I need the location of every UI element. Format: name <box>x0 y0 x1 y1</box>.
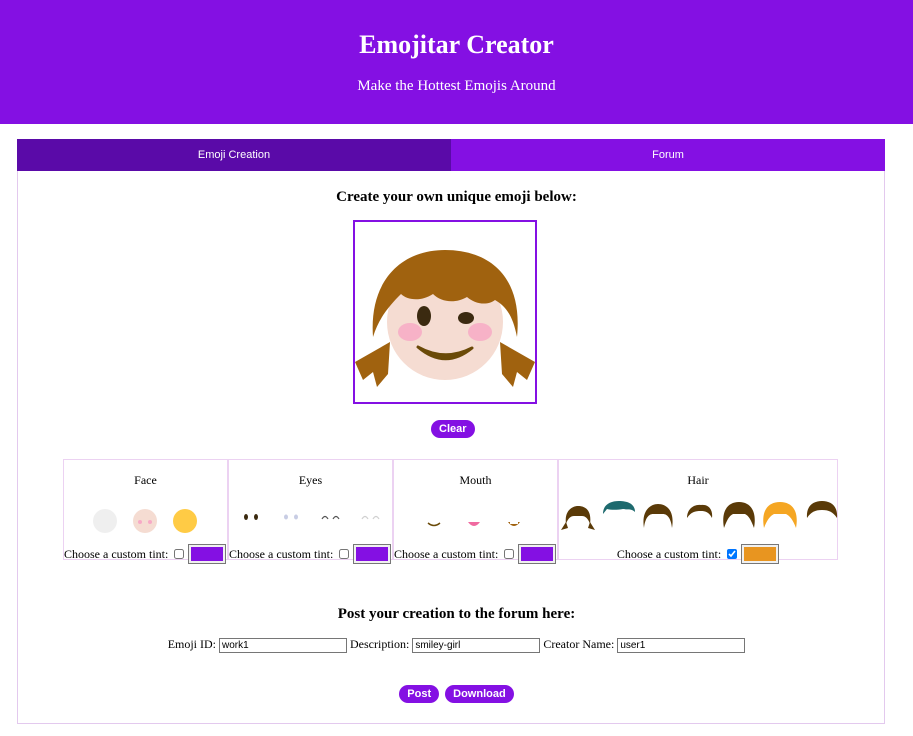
tint-row: Choose a custom tint: <box>559 544 837 564</box>
tab-bar: Emoji Creation Forum <box>17 139 885 171</box>
tint-color-picker[interactable] <box>353 544 392 564</box>
mouth-option-grin[interactable] <box>506 520 522 530</box>
tint-checkbox[interactable] <box>727 549 738 559</box>
category-eyes: Eyes Choose a custom tint: <box>228 459 393 564</box>
category-mouth: Mouth Choose a custom tint: <box>393 459 558 564</box>
clear-button[interactable]: Clear <box>431 420 475 438</box>
tint-row: Choose a custom tint: <box>229 544 392 564</box>
face-option-white[interactable] <box>92 508 118 534</box>
app-header: Emojitar Creator Make the Hottest Emojis… <box>0 0 913 124</box>
post-form: Emoji ID: Description: Creator Name: <box>0 637 913 653</box>
app-title: Emojitar Creator <box>359 30 554 59</box>
right-pigtail <box>500 342 535 387</box>
right-eye <box>458 312 474 324</box>
description-label: Description: <box>350 637 410 651</box>
post-heading: Post your creation to the forum here: <box>337 606 576 622</box>
tint-checkbox[interactable] <box>339 549 350 559</box>
tint-row: Choose a custom tint: <box>64 544 227 564</box>
tab-forum[interactable]: Forum <box>451 139 885 171</box>
post-button[interactable]: Post <box>399 685 440 703</box>
tint-row: Choose a custom tint: <box>394 544 557 564</box>
tint-label: Choose a custom tint: <box>616 546 722 561</box>
right-blush <box>468 323 492 341</box>
face-option-blush[interactable] <box>132 508 158 534</box>
tab-emoji-creation[interactable]: Emoji Creation <box>17 139 451 171</box>
eyes-option-light[interactable] <box>281 512 301 522</box>
left-blush <box>398 323 422 341</box>
tint-label: Choose a custom tint: <box>229 546 334 561</box>
hair-option-bob[interactable] <box>641 502 675 534</box>
mouth-option-pink[interactable] <box>466 520 482 530</box>
tint-checkbox[interactable] <box>504 549 515 559</box>
eyes-option-faint[interactable] <box>361 512 381 522</box>
tint-color-picker[interactable] <box>188 544 227 564</box>
emoji-id-label: Emoji ID: <box>167 637 217 651</box>
mouth-option-smile[interactable] <box>426 520 442 530</box>
download-button[interactable]: Download <box>445 685 514 703</box>
face-option-yellow[interactable] <box>172 508 198 534</box>
left-pigtail <box>355 342 390 387</box>
hair-option-short[interactable] <box>683 502 715 524</box>
emoji-preview-canvas[interactable] <box>353 220 537 404</box>
post-actions: Post Download <box>0 684 913 703</box>
category-title: Eyes <box>298 473 323 487</box>
category-face: Face Choose a custom tint: <box>63 459 228 564</box>
creator-name-label: Creator Name: <box>543 637 615 651</box>
tint-color-picker[interactable] <box>518 544 557 564</box>
category-title: Mouth <box>459 473 492 487</box>
category-hair: Hair Choose a custom tint: <box>558 459 839 564</box>
hair-option-curly[interactable] <box>721 500 757 534</box>
description-input[interactable] <box>412 637 541 653</box>
hair-option-pigtails[interactable] <box>561 504 595 534</box>
tint-label: Choose a custom tint: <box>394 546 499 561</box>
creator-name-input[interactable] <box>617 637 746 653</box>
emoji-id-input[interactable] <box>219 637 348 653</box>
category-title: Face <box>134 473 157 487</box>
tint-color-picker[interactable] <box>741 544 780 564</box>
create-heading: Create your own unique emoji below: <box>336 189 577 205</box>
app-subtitle: Make the Hottest Emojis Around <box>357 78 556 94</box>
eyes-option-closed[interactable] <box>321 512 341 522</box>
category-title: Hair <box>687 473 709 487</box>
hair-option-curly-orange[interactable] <box>761 500 799 534</box>
emoji-preview <box>355 250 535 387</box>
left-eye <box>417 306 431 326</box>
hair-option-teal[interactable] <box>601 500 637 520</box>
hair-option-curly-short[interactable] <box>805 500 839 522</box>
tint-label: Choose a custom tint: <box>64 546 169 561</box>
tint-checkbox[interactable] <box>174 549 185 559</box>
eyes-option-dark[interactable] <box>241 512 261 522</box>
